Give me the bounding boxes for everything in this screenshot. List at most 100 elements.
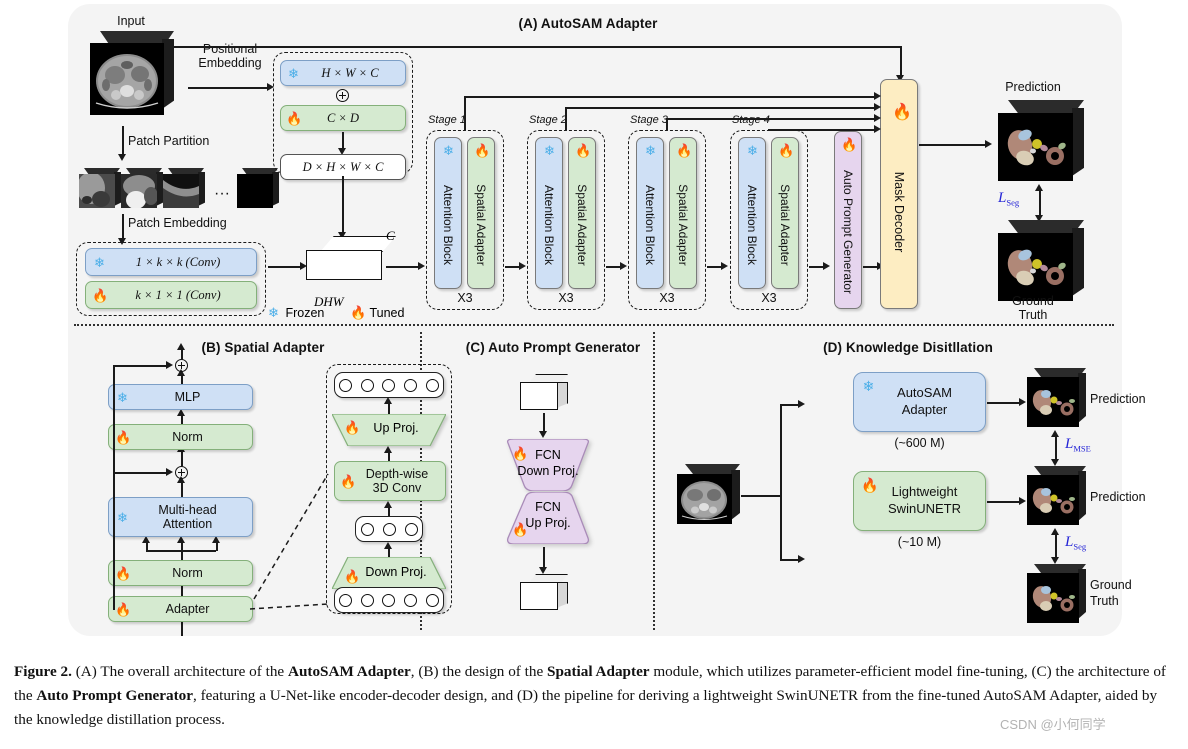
tensor-to-stage1-arrowhead <box>418 262 425 270</box>
student-to-prediction-line <box>987 501 1021 503</box>
panel-d-prediction-top-label: Prediction <box>1090 392 1146 406</box>
stage-1-spatial-adapter: 🔥 Spatial Adapter <box>467 137 495 289</box>
panel-b-norm-top-box: 🔥 Norm <box>108 424 253 450</box>
stage-1-repeat: X3 <box>457 291 473 305</box>
skip3-arrowhead <box>874 114 881 122</box>
panel-c-output-cube <box>520 574 568 612</box>
decoder-to-prediction-line <box>919 144 987 146</box>
watermark: CSDN @小何同学 <box>1000 717 1106 732</box>
teacher-to-prediction-line <box>987 402 1021 404</box>
stage-1-label: Stage 1 <box>428 114 466 126</box>
patch-embedding-label: Patch Embedding <box>128 216 227 230</box>
stage-4-adapter-label: Spatial Adapter <box>778 184 792 266</box>
panel-a-prediction-label: Prediction <box>1005 80 1061 94</box>
panel-d-to-student-arrowhead <box>798 555 805 563</box>
posembed-to-tensor-line <box>342 176 344 234</box>
panel-b-title: (B) Spatial Adapter <box>201 340 325 355</box>
segmentation-map <box>1027 573 1079 623</box>
stage-4-spatial-adapter: 🔥 Spatial Adapter <box>771 137 799 289</box>
divider-vertical-c-d <box>653 332 655 630</box>
residual1-hline <box>113 472 167 474</box>
qkv-stem <box>181 550 183 560</box>
qkv-v-line <box>216 542 218 551</box>
dwconv-to-upproj-arrowhead <box>384 446 392 453</box>
token <box>382 378 396 392</box>
upproj-to-tokens-arrowhead <box>384 397 392 404</box>
panel-c-title: (C) Auto Prompt Generator <box>465 340 641 355</box>
stage-4-label: Stage 4 <box>732 114 770 126</box>
residual2-hline <box>113 365 167 367</box>
fcn-up-proj: 🔥 FCN Up Proj. <box>500 491 596 545</box>
pos-embed-frozen-box: ❄ H × W × C <box>280 60 406 86</box>
panel-d-groundtruth-cube <box>1026 564 1086 626</box>
panel-a-loss-seg-label: LSeg <box>998 190 1019 208</box>
divider-horizontal <box>74 324 1114 326</box>
token <box>404 378 418 392</box>
snowflake-icon: ❄ <box>862 378 875 394</box>
segmentation-map <box>998 233 1073 301</box>
panel-b-mlp-label: MLP <box>174 389 201 404</box>
teacher-params-label: (~600 M) <box>894 436 945 450</box>
panel-a-prediction-cube <box>996 100 1084 184</box>
flame-icon: 🔥 <box>115 430 132 445</box>
stage1-to-stage2-arrowhead <box>519 262 526 270</box>
qkv-k-arrowhead <box>177 536 185 543</box>
skip4-arrowhead <box>874 125 881 133</box>
token <box>425 593 439 607</box>
stage-3-attention-label: Attention Block <box>643 184 657 266</box>
tensor-dhw-label: DHW <box>314 294 344 309</box>
adapter-tokens-mid <box>355 516 423 542</box>
patch-embedding-line <box>122 214 124 240</box>
panel-a-loss-arrowhead-up <box>1035 184 1043 191</box>
panel-b-adapter-label: Adapter <box>165 601 210 616</box>
stage-4-repeat: X3 <box>761 291 777 305</box>
student-params-label: (~10 M) <box>897 535 942 549</box>
input-to-decoder-vline <box>900 46 902 77</box>
snowflake-icon: ❄ <box>117 510 128 525</box>
skip1-hline <box>464 96 877 98</box>
stage-1-adapter-label: Spatial Adapter <box>474 184 488 266</box>
stage-2-repeat: X3 <box>558 291 574 305</box>
depthwise-conv-box: 🔥 Depth-wise 3D Conv <box>334 461 446 501</box>
decoder-to-prediction-arrowhead <box>985 140 992 148</box>
add1-to-norm-line <box>181 450 183 466</box>
auto-prompt-generator-label: Auto Prompt Generator <box>841 170 855 295</box>
panel-d-seg-loss-arrowhead-down <box>1051 557 1059 564</box>
skip2-arrowhead <box>874 103 881 111</box>
snowflake-icon: ❄ <box>117 390 128 405</box>
teacher-to-prediction-arrowhead <box>1019 398 1026 406</box>
snowflake-icon: ❄ <box>747 143 758 158</box>
panel-d-title: (D) Knowledge Disitllation <box>823 340 993 355</box>
pos-embed-tuned-box: 🔥 C × D <box>280 105 406 131</box>
flame-icon: 🔥 <box>340 474 357 489</box>
residual1-arrowhead <box>166 468 173 476</box>
panel-a-title: (A) AutoSAM Adapter <box>518 16 658 31</box>
tensor-to-stage1-line <box>386 266 420 268</box>
ct-slice-image <box>90 43 164 115</box>
panel-b-out-arrowhead <box>177 343 185 350</box>
panel-a-groundtruth-cube <box>996 220 1084 304</box>
snowflake-icon: ❄ <box>288 66 299 81</box>
skip2-vline <box>565 107 567 130</box>
patch-partition-label: Patch Partition <box>128 134 210 148</box>
flame-icon: 🔥 <box>92 288 109 303</box>
panel-d-bus-h <box>741 495 781 497</box>
flame-icon: 🔥 <box>115 602 132 617</box>
stage-3-repeat: X3 <box>659 291 675 305</box>
token <box>382 593 396 607</box>
panel-d-seg-loss-arrowhead-up <box>1051 528 1059 535</box>
up-proj-label: Up Proj. <box>373 421 419 435</box>
stage-3-attention-block: ❄ Attention Block <box>636 137 664 289</box>
fcn-up-proj-label: FCN Up Proj. <box>525 500 571 530</box>
patch-cube-n <box>236 168 280 210</box>
residual2-arrowhead <box>166 361 173 369</box>
stage-3-adapter-label: Spatial Adapter <box>676 184 690 266</box>
pos-embed-frozen-label: H × W × C <box>321 65 379 80</box>
lightweight-swinunetr-student-box: 🔥 Lightweight SwinUNETR <box>853 471 986 531</box>
conv-frozen-box: ❄ 1 × k × k (Conv) <box>85 248 257 276</box>
stage-2-attention-block: ❄ Attention Block <box>535 137 563 289</box>
patch-cube-1 <box>78 168 122 210</box>
patch-cube-2 <box>120 168 164 210</box>
loss-subscript: Seg <box>1073 541 1087 552</box>
attn-to-add-line <box>181 481 183 497</box>
